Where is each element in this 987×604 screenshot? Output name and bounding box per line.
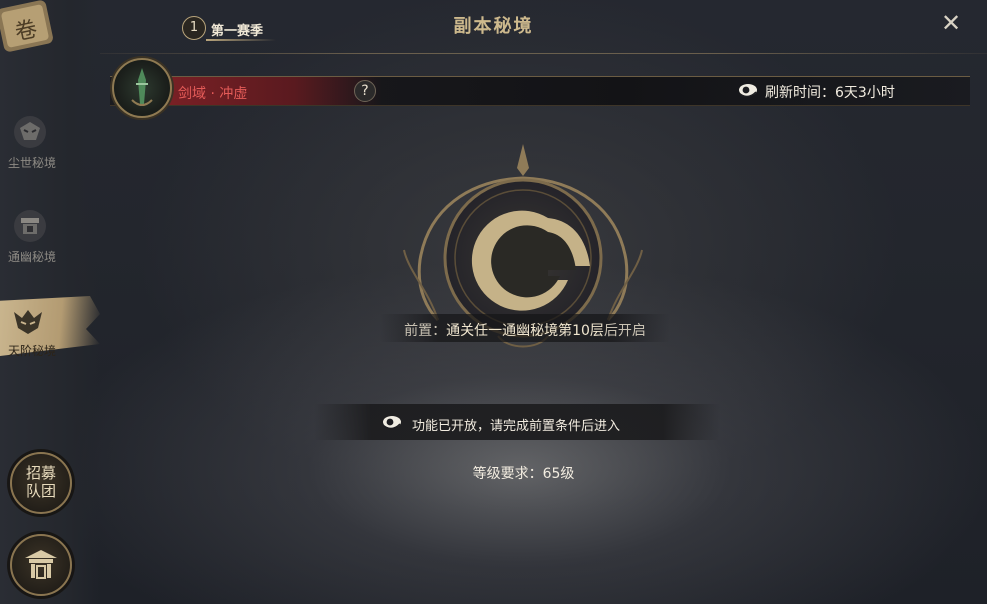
eye-icon [383, 416, 401, 430]
shrine-icon [14, 210, 46, 242]
season-underline [206, 39, 276, 41]
sidebar-item-label: 天阶秘境 [7, 344, 56, 358]
notice-bar: 功能已开放，请完成前置条件后进入 [314, 404, 720, 440]
gate-button[interactable] [10, 534, 72, 596]
level-requirement: 等级要求：65级 [472, 466, 575, 482]
sidebar-item-tianjie[interactable]: 天阶秘境 [0, 300, 100, 370]
prerequisite-text: 前置：通关任一通幽秘境第10层后开启 [380, 320, 670, 340]
jade-sword-icon [131, 68, 153, 106]
help-button[interactable]: ? [354, 80, 376, 102]
sidebar-item-tongyou[interactable]: 通幽秘境 [0, 206, 100, 276]
demon-mask-icon [14, 310, 42, 334]
notice-text: 功能已开放，请完成前置条件后进入 [412, 419, 621, 434]
game-screen: 卷 尘世秘境 通幽秘境 天阶秘境 招募队团 1 第一赛季 副本秘境 ✕ 剑域 ·… [0, 0, 987, 604]
header-divider [100, 53, 987, 54]
dungeon-name: 剑域 · 冲虚 [178, 86, 248, 102]
sidebar: 卷 尘世秘境 通幽秘境 天阶秘境 招募队团 [0, 0, 100, 604]
prerequisite-prefix: 前置： [404, 323, 447, 339]
prerequisite-bar: 前置：通关任一通幽秘境第10层后开启 [380, 314, 670, 342]
gate-icon [25, 550, 57, 579]
refresh-eye-icon [739, 84, 757, 98]
page-title: 副本秘境 [453, 16, 534, 37]
sidebar-item-label: 通幽秘境 [7, 250, 56, 264]
close-button[interactable]: ✕ [936, 8, 966, 38]
sidebar-item-label: 尘世秘境 [7, 156, 56, 170]
prerequisite-suffix: 后开启 [603, 323, 646, 339]
dungeon-emblem [112, 58, 172, 118]
team-recruit-button[interactable]: 招募队团 [10, 452, 72, 514]
prerequisite-requirement: 通关任一通幽秘境第10层 [446, 323, 604, 339]
refresh-time-label: 刷新时间：6天3小时 [765, 85, 895, 101]
sidebar-item-chenshi[interactable]: 尘世秘境 [0, 112, 100, 182]
mask-icon [14, 116, 46, 148]
locked-seal-emblem [403, 144, 643, 348]
